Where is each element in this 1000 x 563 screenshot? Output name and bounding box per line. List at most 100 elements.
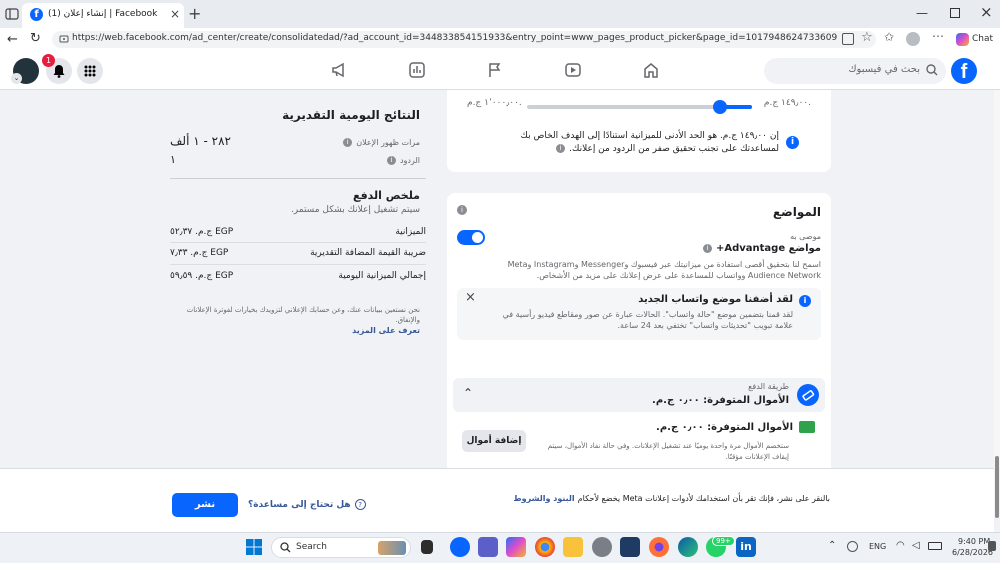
chat-label: Chat xyxy=(972,34,994,44)
scrollbar-thumb[interactable] xyxy=(995,456,999,518)
minimize-button[interactable]: — xyxy=(916,6,928,20)
budget-note-info-icon[interactable]: i xyxy=(556,144,566,153)
advantage-desc-line1: اسمح لنا بتحقيق أقصى استفادة من ميزانيتك… xyxy=(507,260,821,269)
wifi-icon[interactable]: ◠ xyxy=(896,540,905,551)
notice-line1: لقد قمنا بتضمين موضع "حالة واتساب". الحا… xyxy=(502,310,793,319)
payment-header[interactable]: طريقة الدفع الأموال المتوفرة: ٠٫٠٠ ج.م. … xyxy=(453,378,825,412)
clock-time[interactable]: 9:40 PM xyxy=(958,537,990,546)
search-icon xyxy=(926,64,938,76)
notification-badge: 1 xyxy=(42,54,55,67)
ads-megaphone-icon[interactable] xyxy=(331,62,349,78)
notifications-button[interactable]: 1 xyxy=(42,54,72,84)
news-app-icon[interactable] xyxy=(620,537,640,557)
summary-row-value: ج.م. ٥٢٫٣٧ EGP xyxy=(170,227,234,237)
volume-icon[interactable]: ◁ xyxy=(912,540,920,551)
impressions-value: ٢٨٢ - ١ ألف xyxy=(170,134,231,148)
learn-more-link[interactable]: تعرف على المزيد xyxy=(352,326,420,335)
copilot-chat-button[interactable]: Chat xyxy=(956,31,993,47)
replies-info-icon[interactable]: i xyxy=(386,156,396,165)
budget-max-label: ١٬٠٠٠٫٠٠ ج.م. xyxy=(467,98,522,108)
home-icon[interactable] xyxy=(643,62,659,78)
tab-close-icon[interactable]: × xyxy=(170,7,180,21)
bell-icon xyxy=(53,65,65,78)
address-bar[interactable]: https://web.facebook.com/ad_center/creat… xyxy=(52,31,876,48)
site-info-icon[interactable] xyxy=(58,33,70,45)
placements-info-icon[interactable]: i xyxy=(457,205,467,215)
favorite-star-icon[interactable]: ☆ xyxy=(861,30,873,45)
placements-title: المواضع xyxy=(772,205,821,219)
copilot-icon xyxy=(956,32,969,46)
results-divider xyxy=(170,178,426,179)
edge-icon[interactable] xyxy=(678,537,698,557)
task-view-icon[interactable] xyxy=(421,540,433,554)
menu-grid-button[interactable] xyxy=(77,58,103,84)
budget-slider-handle[interactable] xyxy=(713,100,727,114)
maximize-button[interactable] xyxy=(950,8,960,18)
budget-note-line2: لمساعدتك على تجنب تحقيق صفر من الردود من… xyxy=(479,144,779,154)
account-avatar[interactable]: ⌄ xyxy=(11,58,39,84)
summary-row: الميزانية ج.م. ٥٢٫٣٧ EGP xyxy=(170,227,426,243)
close-window-button[interactable]: × xyxy=(980,3,993,21)
teams-icon[interactable] xyxy=(478,537,498,557)
payment-desc-line1: ستخصم الأموال مرة واحدة يوميًا عند تشغيل… xyxy=(547,442,789,450)
linkedin-icon[interactable]: in xyxy=(736,537,756,557)
notification-center-icon[interactable] xyxy=(988,541,996,551)
search-highlight-icon xyxy=(378,541,406,555)
window-menu-icon[interactable] xyxy=(5,7,19,21)
summary-row-value: ج.م. ٥٩٫٥٩ EGP xyxy=(170,271,234,281)
summary-row: ضريبة القيمة المضافة التقديرية ج.م. ٧٫٣٣… xyxy=(170,248,426,265)
app-view-icon[interactable] xyxy=(842,33,854,45)
browser-tab[interactable]: f (1) إنشاء إعلان | Facebook × xyxy=(22,3,184,28)
publish-button[interactable]: نشر xyxy=(172,493,238,517)
summary-row-value: ج.م. ٧٫٣٣ EGP xyxy=(170,248,229,258)
add-funds-button[interactable]: إضافة أموال xyxy=(462,430,526,452)
notice-close-icon[interactable]: × xyxy=(465,290,476,305)
start-windows-icon[interactable] xyxy=(246,539,262,555)
help-link[interactable]: ? هل تحتاج إلى مساعدة؟ xyxy=(248,499,366,510)
summary-row-label: الميزانية xyxy=(395,227,426,237)
add-funds-label: إضافة أموال xyxy=(466,436,522,446)
advantage-info-icon[interactable]: i xyxy=(702,244,712,253)
clock-date[interactable]: 6/28/2026 xyxy=(952,548,993,557)
notice-title: لقد أضفنا موضع واتساب الجديد xyxy=(638,294,793,305)
notice-info-icon: i xyxy=(799,295,811,307)
budget-slider-track[interactable] xyxy=(527,100,752,114)
budget-card: ١٬٠٠٠٫٠٠ ج.م. ١٤٩٫٠٠ ج.م. i إن ١٤٩٫٠٠ ج.… xyxy=(447,90,831,172)
facebook-search-input[interactable]: بحث في فيسبوك xyxy=(764,58,946,84)
tray-shield-icon[interactable] xyxy=(847,541,858,552)
reload-icon[interactable]: ↻ xyxy=(30,31,41,46)
pages-flag-icon[interactable] xyxy=(487,62,503,78)
grid-icon xyxy=(84,65,96,77)
language-indicator[interactable]: ENG xyxy=(869,542,886,551)
facebook-app-icon[interactable] xyxy=(450,537,470,557)
battery-icon[interactable] xyxy=(928,542,942,550)
copilot-app-icon[interactable] xyxy=(506,537,526,557)
chrome-icon[interactable] xyxy=(535,537,555,557)
video-play-icon[interactable] xyxy=(565,62,581,78)
back-icon[interactable]: ← xyxy=(7,32,18,47)
tray-chevron-icon[interactable]: ⌃ xyxy=(828,540,836,551)
file-explorer-icon[interactable] xyxy=(563,537,583,557)
favorites-icon[interactable]: ✩ xyxy=(884,30,894,44)
terms-link[interactable]: البنود والشروط xyxy=(513,494,574,503)
advantage-toggle[interactable] xyxy=(457,230,485,245)
firefox-icon[interactable] xyxy=(649,537,669,557)
page-scrollbar[interactable] xyxy=(994,90,1000,468)
notice-line2: علامة تبويب "تحديثات واتساب" تختفي بعد 2… xyxy=(617,321,794,330)
summary-title: ملخص الدفع xyxy=(352,189,420,202)
account-chevron-icon[interactable]: ⌄ xyxy=(11,73,22,84)
impressions-label: مرات ظهور الإعلان xyxy=(356,138,420,147)
facebook-logo[interactable]: f xyxy=(951,58,977,84)
taskbar-search[interactable]: Search xyxy=(271,537,411,558)
budget-min-label: ١٤٩٫٠٠ ج.م. xyxy=(763,98,811,108)
collapse-chevron-icon[interactable]: ⌃ xyxy=(463,386,473,400)
settings-gear-icon[interactable] xyxy=(592,537,612,557)
profile-avatar-icon[interactable] xyxy=(906,32,920,46)
budget-note-text: لمساعدتك على تجنب تحقيق صفر من الردود من… xyxy=(569,144,779,154)
more-options-icon[interactable]: ⋯ xyxy=(932,29,944,43)
impressions-info-icon[interactable]: i xyxy=(343,138,353,147)
new-tab-button[interactable]: + xyxy=(188,4,201,23)
taskbar-search-icon xyxy=(280,542,291,553)
terms-text: بالنقر على نشر، فإنك تقر بأن استخدامك لأ… xyxy=(430,494,830,503)
insights-chart-icon[interactable] xyxy=(409,62,425,78)
